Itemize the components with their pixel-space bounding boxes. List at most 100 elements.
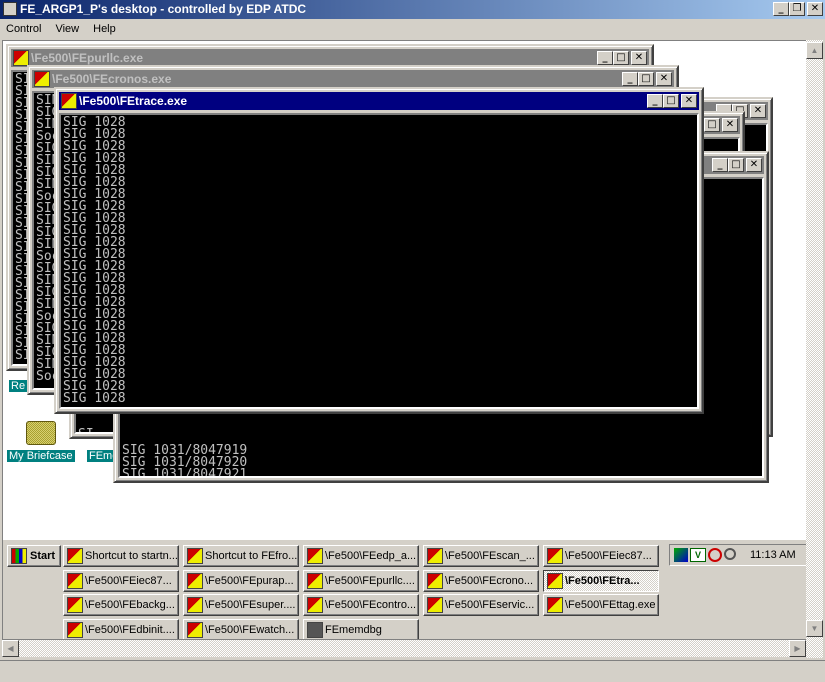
- console-line: SIG 1031/8047921: [122, 467, 248, 478]
- app-icon: [67, 597, 83, 613]
- clock[interactable]: 11:13 AM: [750, 545, 796, 565]
- taskbar-button[interactable]: \Fe500\FEsuper....: [183, 594, 299, 616]
- app-icon: [187, 573, 203, 589]
- scroll-up-button[interactable]: ▲: [806, 42, 823, 59]
- app-icon: [307, 548, 323, 564]
- console-line: SIG 1028: [63, 307, 126, 322]
- vertical-scrollbar[interactable]: ▲ ▼: [806, 40, 823, 658]
- app-icon: [61, 93, 77, 109]
- start-button[interactable]: Start: [7, 545, 61, 567]
- maximize-button[interactable]: □: [704, 118, 720, 132]
- console-line: SIG 1028: [63, 115, 126, 130]
- app-icon: [307, 573, 323, 589]
- app-icon: [307, 597, 323, 613]
- taskbar-button[interactable]: \Fe500\FEbackg...: [63, 594, 179, 616]
- console-line: SIG 1028: [63, 271, 126, 286]
- close-button[interactable]: ✕: [750, 104, 766, 118]
- taskbar-button[interactable]: \Fe500\FEcontro...: [303, 594, 419, 616]
- console-line: SIG 1028: [63, 247, 126, 262]
- taskbar: Start Shortcut to startn... Shortcut to F…: [3, 539, 807, 639]
- console-line: SIG 1028: [63, 187, 126, 202]
- app-icon: [187, 548, 203, 564]
- console-line: SIG 1028: [63, 319, 126, 334]
- minimize-button[interactable]: _: [773, 2, 789, 16]
- menu-view[interactable]: View: [55, 19, 79, 39]
- windows-logo-icon: [11, 548, 27, 564]
- console-line: SIG 1028: [63, 283, 126, 298]
- taskbar-button[interactable]: \Fe500\FEcrono...: [423, 570, 539, 592]
- scroll-right-button[interactable]: ▶: [789, 640, 806, 657]
- taskbar-button[interactable]: \Fe500\FEdbinit....: [63, 619, 179, 639]
- close-button[interactable]: ✕: [807, 2, 823, 16]
- title-bar[interactable]: \Fe500\FEcronos.exe _ □ ✕: [32, 70, 674, 88]
- scroll-left-button[interactable]: ◀: [2, 640, 19, 657]
- app-icon: [427, 548, 443, 564]
- menu-control[interactable]: Control: [6, 19, 41, 39]
- status-bar: [0, 660, 825, 682]
- restore-button[interactable]: ❐: [789, 2, 805, 16]
- console-line: SIG 1028: [63, 331, 126, 346]
- briefcase-icon: [25, 421, 56, 445]
- desktop-icon-re[interactable]: Re: [9, 379, 28, 393]
- close-button[interactable]: ✕: [722, 118, 738, 132]
- taskbar-button[interactable]: \Fe500\FEedp_a...: [303, 545, 419, 567]
- blocked-icon[interactable]: [708, 548, 722, 562]
- remote-desktop[interactable]: Re My Briefcase FEme \Fe500\FEpurllc.exe…: [2, 40, 808, 640]
- desktop-icon-my-briefcase[interactable]: My Briefcase: [7, 421, 75, 463]
- taskbar-button[interactable]: \Fe500\FEpurap...: [183, 570, 299, 592]
- menu-help[interactable]: Help: [93, 19, 116, 39]
- console-line: SIG 1028: [63, 211, 126, 226]
- console-line: SIG 1028: [63, 259, 126, 274]
- console-line: SIG 1028: [63, 163, 126, 178]
- close-button[interactable]: ✕: [681, 94, 697, 108]
- minimize-button[interactable]: _: [712, 158, 728, 172]
- network-icon[interactable]: [674, 548, 688, 562]
- console-line: SIG 1028: [63, 127, 126, 142]
- magnifier-icon[interactable]: [724, 548, 736, 560]
- console-line: SIG 1028: [63, 235, 126, 250]
- minimize-button[interactable]: _: [622, 72, 638, 86]
- console-line: SIG 1028: [63, 175, 126, 190]
- taskbar-button[interactable]: Shortcut to startn...: [63, 545, 179, 567]
- app-icon: [187, 597, 203, 613]
- console-line: SIG 1028: [63, 295, 126, 310]
- taskbar-button[interactable]: FEmemdbg: [303, 619, 419, 639]
- scroll-down-button[interactable]: ▼: [806, 620, 823, 637]
- taskbar-button[interactable]: \Fe500\FEtra...: [543, 570, 659, 592]
- chip-icon: [307, 622, 323, 638]
- system-tray: V 11:13 AM: [669, 544, 807, 566]
- taskbar-button[interactable]: \Fe500\FEttag.exe: [543, 594, 659, 616]
- maximize-button[interactable]: □: [728, 158, 744, 172]
- maximize-button[interactable]: □: [613, 51, 629, 65]
- app-icon: [547, 573, 563, 589]
- taskbar-button[interactable]: Shortcut to FEfro...: [183, 545, 299, 567]
- close-button[interactable]: ✕: [746, 158, 762, 172]
- taskbar-button[interactable]: \Fe500\FEiec87...: [543, 545, 659, 567]
- taskbar-button[interactable]: \Fe500\FEwatch...: [183, 619, 299, 639]
- minimize-button[interactable]: _: [647, 94, 663, 108]
- app-icon: [547, 548, 563, 564]
- taskbar-button[interactable]: \Fe500\FEscan_...: [423, 545, 539, 567]
- window-title: FE_ARGP1_P's desktop - controlled by EDP…: [20, 2, 307, 16]
- maximize-button[interactable]: □: [638, 72, 654, 86]
- app-icon: [34, 71, 50, 87]
- app-icon: [187, 622, 203, 638]
- app-icon: [3, 2, 17, 16]
- taskbar-button[interactable]: \Fe500\FEservic...: [423, 594, 539, 616]
- console-line: SIG 1028: [63, 343, 126, 358]
- console-line: SIG 1028: [63, 199, 126, 214]
- close-button[interactable]: ✕: [656, 72, 672, 86]
- minimize-button[interactable]: _: [597, 51, 613, 65]
- window-title-bar[interactable]: FE_ARGP1_P's desktop - controlled by EDP…: [0, 0, 825, 19]
- horizontal-scrollbar[interactable]: ◀ ▶: [2, 640, 808, 657]
- title-bar[interactable]: \Fe500\FEtrace.exe _ □ ✕: [59, 92, 699, 110]
- taskbar-button[interactable]: \Fe500\FEiec87...: [63, 570, 179, 592]
- close-button[interactable]: ✕: [631, 51, 647, 65]
- console-window-fetrace[interactable]: \Fe500\FEtrace.exe _ □ ✕ SIG 1028 SIG 1028 S…: [54, 87, 704, 414]
- console-line: SIG 1028: [63, 139, 126, 154]
- vnc-icon[interactable]: V: [690, 548, 706, 562]
- taskbar-button[interactable]: \Fe500\FEpurllc....: [303, 570, 419, 592]
- console-line: SIG 1028: [63, 391, 126, 406]
- console-line: SIG 1028: [63, 355, 126, 370]
- maximize-button[interactable]: □: [663, 94, 679, 108]
